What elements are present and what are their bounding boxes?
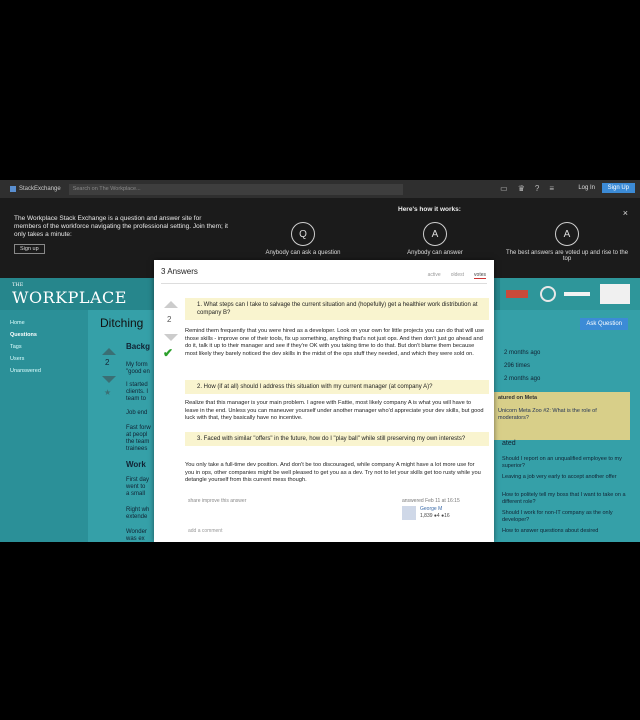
question-bubble-icon: Q <box>291 222 315 246</box>
answer-paragraph-3: You only take a full-time dev position. … <box>185 462 481 483</box>
avatar[interactable] <box>402 506 416 520</box>
top-bar: StackExchange Search on The Workplace...… <box>0 180 640 198</box>
author-reputation: 1,839 ●4 ●16 <box>420 513 450 519</box>
step-label: Anybody can ask a question <box>265 250 341 256</box>
answer-sort-tabs: active oldest votes <box>428 272 486 279</box>
tab-oldest[interactable]: oldest <box>451 272 464 279</box>
upvote-answer-icon: A <box>555 222 579 246</box>
decor-stapler <box>506 290 528 298</box>
help-icon[interactable]: ? <box>535 184 539 194</box>
body-line: Fast forw <box>126 425 151 431</box>
add-comment-link[interactable]: add a comment <box>188 528 222 534</box>
asked-date: 2 months ago <box>504 350 541 356</box>
login-link[interactable]: Log In <box>578 185 595 191</box>
question-vote-count: 2 <box>105 358 110 367</box>
workplace-logo[interactable]: THE WORKPLACE <box>12 282 127 307</box>
meta-link[interactable]: Unicorn Meta Zoo #2: What is the role of… <box>498 408 626 422</box>
stackexchange-brand[interactable]: StackExchange <box>10 186 61 192</box>
favorite-star-icon[interactable]: ★ <box>104 388 111 397</box>
inbox-icon[interactable]: ▭ <box>500 184 508 194</box>
nav-users[interactable]: Users <box>10 356 24 362</box>
divider <box>161 283 487 284</box>
decor-note <box>600 284 630 304</box>
body-line: First day <box>126 477 150 483</box>
body-line: extende <box>126 514 148 520</box>
downvote-icon[interactable] <box>164 334 178 341</box>
browser-viewport: StackExchange Search on The Workplace...… <box>0 180 640 542</box>
signup-button[interactable]: Sign Up <box>601 183 635 193</box>
step-vote: A The best answers are voted up and rise… <box>502 222 632 262</box>
question-upvote-icon[interactable] <box>102 348 116 355</box>
search-input[interactable]: Search on The Workplace... <box>68 183 403 195</box>
hamburger-icon[interactable]: ≡ <box>549 184 554 194</box>
answer-paragraph-1: Remind them frequently that you were hir… <box>185 328 485 357</box>
step-ask: Q Anybody can ask a question <box>238 222 368 256</box>
close-icon[interactable]: × <box>623 208 628 218</box>
accepted-check-icon: ✔ <box>163 346 174 360</box>
question-title[interactable]: Ditching <box>100 316 143 330</box>
banner-intro: The Workplace Stack Exchange is a questi… <box>14 215 228 238</box>
nav-unanswered[interactable]: Unanswered <box>10 368 41 374</box>
logo-name: WORKPLACE <box>12 288 127 307</box>
clock-icon <box>540 286 556 302</box>
quoted-question-2: 2. How (if at all) should I address this… <box>185 380 489 394</box>
body-line: the team <box>126 439 150 445</box>
featured-on-meta: atured on Meta Unicorn Meta Zoo #2: What… <box>494 392 630 440</box>
nav-home[interactable]: Home <box>10 320 25 326</box>
viewed-count: 296 times <box>504 363 531 369</box>
body-line: trainees <box>126 446 148 452</box>
answered-timestamp: answered Feb 11 at 16:15 <box>402 498 460 504</box>
related-title: ated <box>502 440 516 447</box>
share-improve-links[interactable]: share improve this answer <box>188 498 246 504</box>
header-decoration <box>500 278 640 310</box>
meta-title: atured on Meta <box>498 395 538 401</box>
answer-paragraph-2: Realize that this manager is your main p… <box>185 400 484 421</box>
related-link[interactable]: Should I work for non-IT company as the … <box>502 510 630 524</box>
answer-vote-count: 2 <box>167 315 172 324</box>
trophy-icon[interactable]: ♛ <box>518 184 525 194</box>
tab-active[interactable]: active <box>428 272 441 279</box>
related-link[interactable]: How to politely tell my boss that I want… <box>502 492 630 506</box>
body-line: Right wh <box>126 507 150 513</box>
question-downvote-icon[interactable] <box>102 376 116 383</box>
body-line: I started <box>126 382 148 388</box>
body-line: at peopl <box>126 432 148 438</box>
active-date: 2 months ago <box>504 376 541 382</box>
body-line: went to <box>126 484 146 490</box>
left-navigation: Home Questions Tags Users Unanswered <box>0 310 88 542</box>
related-link[interactable]: Should I report on an unqualified employ… <box>502 456 630 470</box>
answer-author[interactable]: George M <box>420 506 442 512</box>
related-link[interactable]: Leaving a job very early to accept anoth… <box>502 474 630 481</box>
upvote-icon[interactable] <box>164 301 178 308</box>
related-link[interactable]: How to answer questions about desired <box>502 528 630 535</box>
decor-paper <box>564 292 590 296</box>
body-line: Wonder <box>126 529 147 535</box>
body-line: "good en <box>126 369 150 375</box>
brand-label: StackExchange <box>19 186 61 192</box>
body-line: was ex <box>126 536 145 542</box>
answer-bubble-icon: A <box>423 222 447 246</box>
body-line: My form <box>126 362 148 368</box>
body-line: team to <box>126 396 147 402</box>
tab-votes[interactable]: votes <box>474 272 486 279</box>
work-heading: Work <box>126 460 146 469</box>
body-line: clients. I <box>126 389 149 395</box>
answers-count-heading: 3 Answers <box>161 267 198 276</box>
answer-card: 3 Answers active oldest votes 2 ✔ 1. Wha… <box>154 260 494 542</box>
quoted-question-3: 3. Faced with similar "offers" in the fu… <box>185 432 489 446</box>
how-it-works-title: Here's how it works: <box>398 206 461 213</box>
nav-questions[interactable]: Questions <box>10 332 37 338</box>
body-line: Job end <box>126 410 148 416</box>
step-label: The best answers are voted up and rise t… <box>505 250 629 262</box>
top-icons: ▭ ♛ ? ≡ <box>500 184 554 194</box>
step-label: Anybody can answer <box>407 250 463 256</box>
body-line: a small <box>126 491 146 497</box>
nav-tags[interactable]: Tags <box>10 344 22 350</box>
quoted-question-1: 1. What steps can I take to salvage the … <box>185 298 489 320</box>
ask-question-button[interactable]: Ask Question <box>580 318 628 330</box>
background-heading: Backg <box>126 342 151 351</box>
stackexchange-logo-icon <box>10 186 16 192</box>
step-answer: A Anybody can answer <box>370 222 500 256</box>
banner-signup-button[interactable]: Sign up <box>14 244 45 254</box>
